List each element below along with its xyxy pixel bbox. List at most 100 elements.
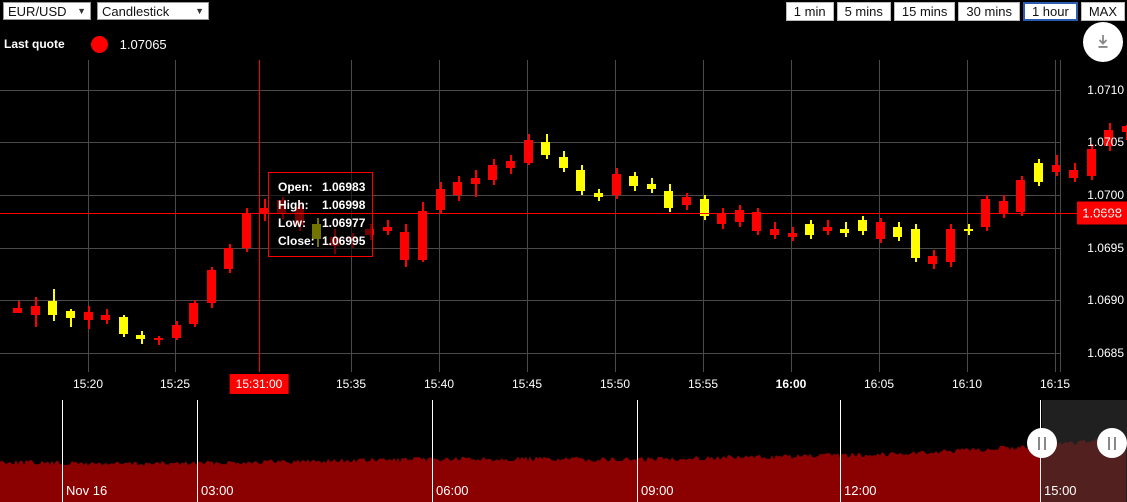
candle-body: [629, 175, 638, 187]
price-axis: 1.0685 1.0690 1.0695 1.0700 1.0705 1.0710 1.06…: [1060, 60, 1127, 372]
overview-time-label: 06:00: [436, 483, 469, 498]
timeframe-button[interactable]: MAX: [1080, 2, 1125, 21]
candle-body: [805, 224, 814, 235]
time-axis-label: 15:50: [599, 377, 631, 391]
candle-body: [207, 269, 216, 304]
gridline-horizontal: [0, 353, 1060, 355]
gridline-vertical: [791, 60, 792, 372]
ohlc-tooltip-key: High:: [278, 198, 309, 212]
time-axis: 15:20 15:25 15:31:00 15:35 15:40 15:45 15:50 15…: [0, 372, 1127, 400]
candle-body: [1016, 180, 1025, 212]
gridline-vertical: [1055, 60, 1056, 372]
candle-body: [946, 228, 955, 263]
ohlc-tooltip-row: Open: 1.06983: [278, 178, 365, 196]
candle-body: [647, 184, 656, 189]
chart-type-select[interactable]: Candlestick ▼: [97, 2, 209, 20]
candle-body: [524, 140, 533, 164]
gridline-horizontal: [0, 194, 1060, 196]
time-axis-label: 16:05: [863, 377, 895, 391]
candle-body: [752, 211, 761, 231]
last-quote-marker-icon: [90, 35, 108, 53]
candle-body: [682, 197, 691, 206]
timeframe-button[interactable]: 30 mins: [958, 2, 1020, 21]
crosshair-time-label: 15:31:00: [229, 374, 289, 394]
candle-body: [612, 173, 621, 195]
gridline-horizontal: [0, 300, 1060, 302]
candle-body: [717, 213, 726, 225]
candle-body: [84, 311, 93, 321]
time-axis-label: 16:00: [775, 377, 807, 391]
handle-grip-icon: [1038, 436, 1040, 450]
candlestick-chart[interactable]: Open: 1.06983 High: 1.06998 Low: 1.06977 Close…: [0, 60, 1127, 372]
candle-body: [928, 256, 937, 265]
download-button[interactable]: [1083, 22, 1123, 62]
overview-area-unselected: [0, 444, 1042, 502]
overview-range-handle[interactable]: [1097, 428, 1127, 458]
ohlc-tooltip-value: 1.06983: [322, 180, 366, 194]
candle-body: [189, 303, 198, 324]
handle-grip-icon: [1108, 436, 1110, 450]
gridline-horizontal: [0, 89, 1060, 91]
crosshair-vertical-line: [259, 60, 260, 372]
ohlc-tooltip-value: 1.06998: [322, 198, 366, 212]
overview-time-label: 03:00: [201, 483, 234, 498]
overview-gridline: [432, 400, 433, 502]
ohlc-tooltip-key: Close:: [278, 234, 315, 248]
overview-gridline: [62, 400, 63, 502]
candle-body: [436, 188, 445, 210]
plot-area[interactable]: Open: 1.06983 High: 1.06998 Low: 1.06977 Close…: [0, 60, 1127, 372]
price-axis-label: 1.0705: [1087, 135, 1124, 150]
time-axis-label: 15:40: [423, 377, 455, 391]
candle-body: [964, 228, 973, 231]
candle-body: [400, 231, 409, 261]
candle-body: [488, 165, 497, 181]
handle-grip-icon: [1044, 436, 1046, 450]
ohlc-tooltip-row: Close: 1.06995: [278, 232, 365, 250]
overview-gridline: [840, 400, 841, 502]
candle-body: [788, 232, 797, 238]
overview-time-label: 12:00: [844, 483, 877, 498]
candle-body: [735, 209, 744, 223]
ohlc-tooltip-key: Open:: [278, 180, 313, 194]
gridline-vertical: [439, 60, 440, 372]
candle-body: [119, 317, 128, 335]
candle-body: [594, 192, 603, 197]
chart-type-select-value: Candlestick: [102, 3, 170, 19]
overview-range-handle[interactable]: [1027, 428, 1057, 458]
toolbar: EUR/USD ▼ Candlestick ▼ 1 min 5 mins 15 mi…: [0, 0, 1127, 22]
timeframe-button[interactable]: 15 mins: [893, 2, 956, 21]
time-axis-label: 15:45: [511, 377, 543, 391]
gridline-horizontal: [0, 247, 1060, 249]
candle-body: [383, 226, 392, 231]
time-axis-label: 15:35: [335, 377, 367, 391]
time-axis-label: 16:10: [951, 377, 983, 391]
overview-gridline: [637, 400, 638, 502]
timeframe-button[interactable]: 1 min: [785, 2, 834, 21]
candle-body: [876, 222, 885, 240]
time-axis-label: 15:20: [72, 377, 104, 391]
handle-grip-icon: [1114, 436, 1116, 450]
gridline-vertical: [527, 60, 528, 372]
range-overview[interactable]: Nov 16 03:00 06:00 09:00 12:00 15:00: [0, 400, 1127, 502]
overview-area-chart: [0, 437, 1126, 502]
timeframe-button[interactable]: 5 mins: [836, 2, 891, 21]
candle-body: [172, 324, 181, 339]
candle-body: [664, 190, 673, 208]
candle-body: [576, 169, 585, 191]
ohlc-tooltip-key: Low:: [278, 216, 306, 230]
candle-body: [224, 247, 233, 269]
instrument-select[interactable]: EUR/USD ▼: [3, 2, 91, 20]
ohlc-tooltip-row: Low: 1.06977: [278, 214, 365, 232]
candle-body: [48, 301, 57, 316]
ohlc-tooltip-value: 1.06995: [322, 234, 366, 248]
price-axis-label: 1.0685: [1087, 346, 1124, 361]
candle-body: [101, 315, 110, 321]
price-axis-label: 1.0710: [1087, 82, 1124, 97]
price-axis-label: 1.0700: [1087, 187, 1124, 202]
time-axis-label: 15:55: [687, 377, 719, 391]
timeframe-button[interactable]: 1 hour: [1022, 2, 1078, 21]
candle-body: [418, 210, 427, 261]
candle-body: [840, 228, 849, 233]
candle-body: [770, 228, 779, 235]
ohlc-tooltip: Open: 1.06983 High: 1.06998 Low: 1.06977 Close…: [268, 172, 374, 257]
